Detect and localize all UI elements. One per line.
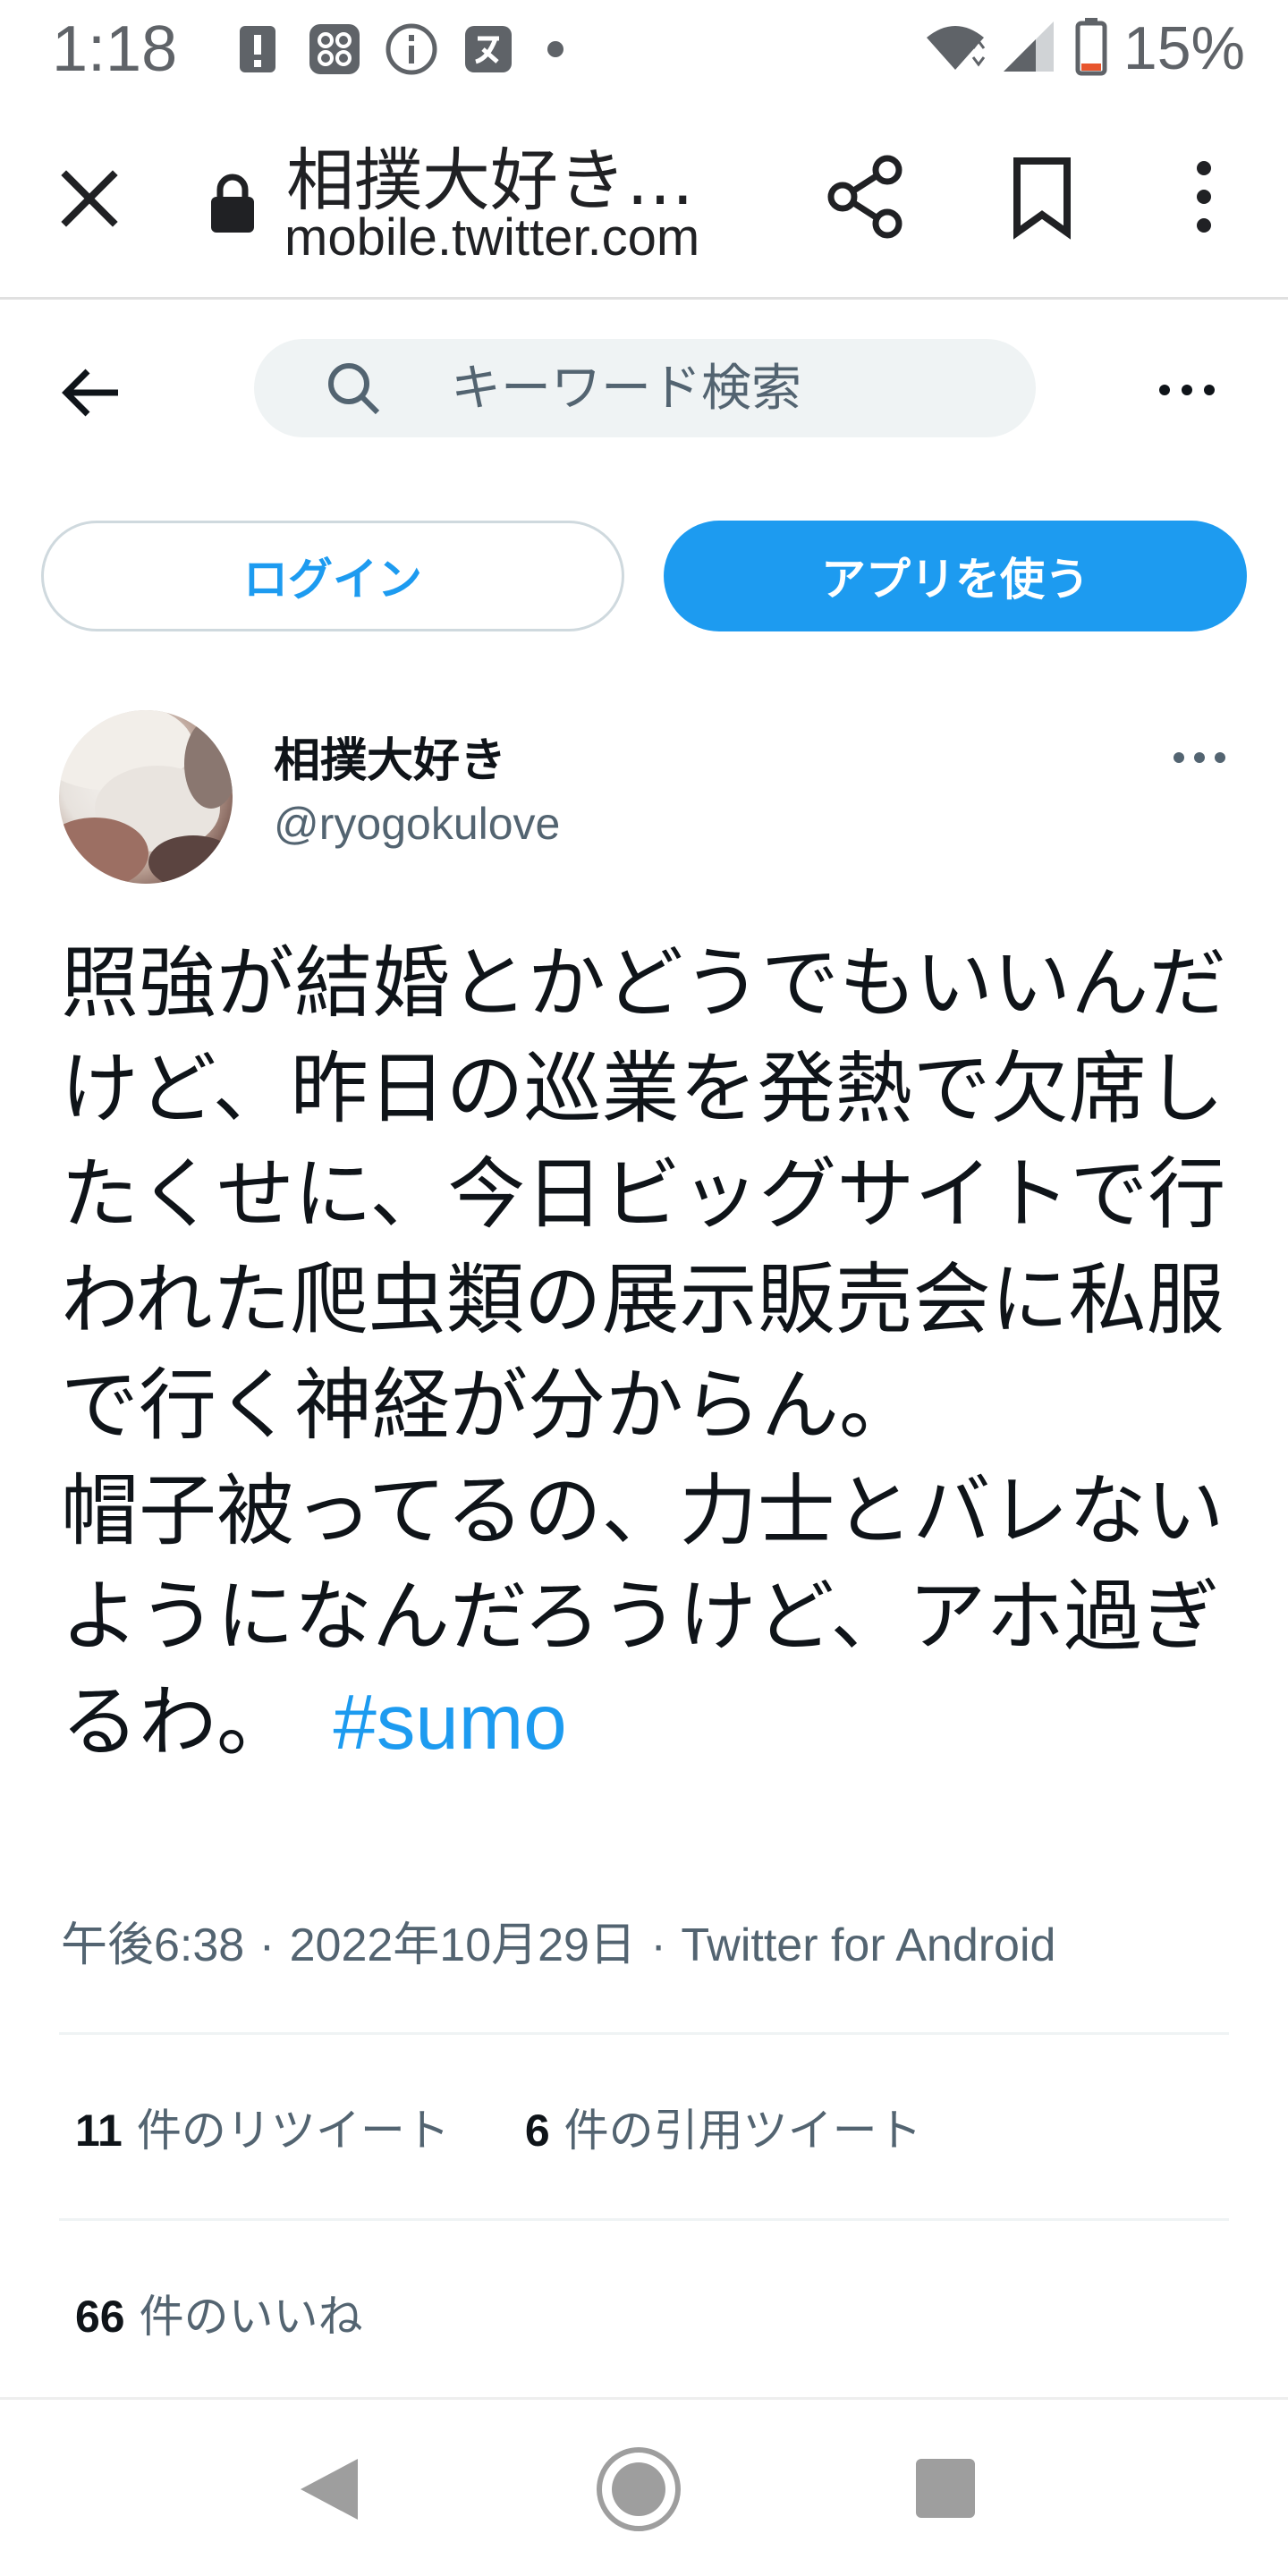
tweet-text: 照強が結婚とかどうでもいいんだけど、昨日の巡業を発熱で欠席したくせに、今日ビッグ… <box>61 930 1241 1775</box>
quotes-label: 件の引用ツイート <box>564 2105 922 2157</box>
wifi-icon <box>925 21 986 75</box>
likes-stats-row: 66 件のいいね <box>75 2277 438 2349</box>
url-text[interactable]: mobile.twitter.com <box>284 208 767 267</box>
lock-icon <box>208 172 258 234</box>
author-name[interactable]: 相撲大好き <box>274 723 506 790</box>
retweets-stat[interactable]: 11 件のリツイート <box>75 2095 450 2159</box>
meta-separator: · <box>258 1919 275 1971</box>
tweet-date[interactable]: 2022年10月29日 <box>290 1919 636 1971</box>
notification-icons <box>231 20 564 79</box>
translate-icon <box>462 22 515 76</box>
search-icon <box>324 359 383 418</box>
divider <box>59 2032 1229 2035</box>
search-bar[interactable] <box>254 339 1036 437</box>
battery-icon <box>1075 17 1107 80</box>
system-nav-bar <box>0 2397 1288 2576</box>
bookmark-icon[interactable] <box>1006 154 1078 240</box>
retweets-count: 11 <box>75 2106 123 2156</box>
tweet-more-icon[interactable] <box>1170 733 1229 782</box>
system-icons: 15% <box>925 13 1245 84</box>
status-time: 1:18 <box>52 13 178 85</box>
avatar[interactable] <box>59 710 233 884</box>
twitter-header <box>0 300 1288 479</box>
tweet-body: 照強が結婚とかどうでもいいんだけど、昨日の巡業を発熱で欠席したくせに、今日ビッグ… <box>61 937 1227 1767</box>
meta-separator: · <box>650 1919 666 1971</box>
likes-count: 66 <box>75 2292 125 2342</box>
battery-percent: 15% <box>1123 14 1245 82</box>
close-icon[interactable] <box>54 163 125 234</box>
author-handle[interactable]: @ryogokulove <box>274 798 560 850</box>
quotes-stat[interactable]: 6 件の引用ツイート <box>525 2095 922 2159</box>
login-button[interactable]: ログイン <box>41 521 624 631</box>
nav-recents-icon[interactable] <box>916 2459 975 2518</box>
tweet-meta: 午後6:38 · 2022年10月29日 · Twitter for Andro… <box>61 1907 1055 1974</box>
quotes-count: 6 <box>524 2106 550 2156</box>
nav-home-icon[interactable] <box>594 2445 683 2534</box>
retweet-stats-row: 11 件のリツイート 6 件の引用ツイート <box>75 2091 997 2163</box>
alert-icon <box>231 22 284 76</box>
apps-icon <box>308 22 361 76</box>
more-icon[interactable] <box>1154 357 1220 423</box>
hashtag-link[interactable]: #sumo <box>334 1679 567 1766</box>
use-app-button[interactable]: アプリを使う <box>664 521 1247 631</box>
browser-menu-icon[interactable] <box>1179 154 1229 240</box>
tweet-source[interactable]: Twitter for Android <box>681 1919 1055 1971</box>
dot-icon <box>547 41 564 57</box>
browser-toolbar: 相撲大好き… mobile.twitter.com <box>0 98 1288 300</box>
likes-label: 件のいいね <box>139 2291 363 2343</box>
tweet-time[interactable]: 午後6:38 <box>61 1919 244 1971</box>
status-bar: 1:18 15% <box>0 0 1288 98</box>
share-icon[interactable] <box>823 154 909 240</box>
likes-stat[interactable]: 66 件のいいね <box>75 2281 363 2345</box>
retweets-label: 件のリツイート <box>136 2105 450 2157</box>
signal-icon <box>1002 20 1059 77</box>
divider <box>59 2218 1229 2221</box>
nav-back-icon[interactable] <box>295 2453 363 2525</box>
search-input[interactable] <box>451 339 987 437</box>
back-arrow-icon[interactable] <box>55 357 127 428</box>
info-icon <box>385 22 438 76</box>
